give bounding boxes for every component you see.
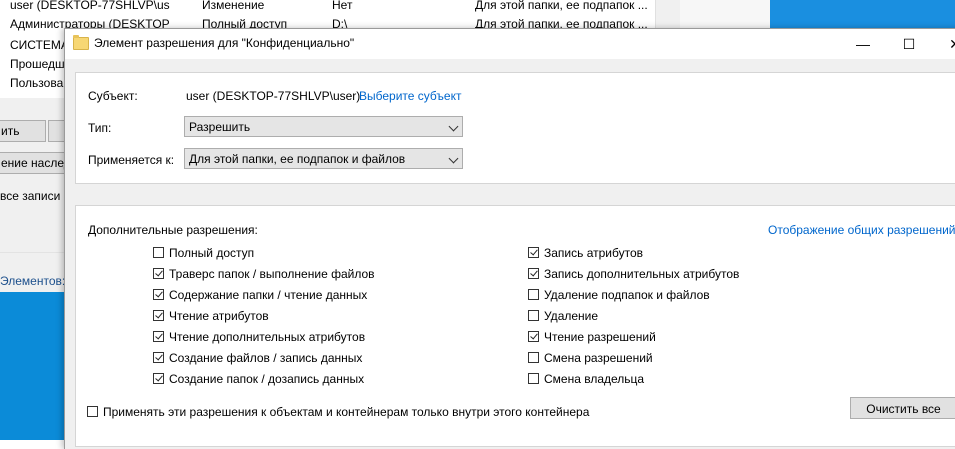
permission-label: Чтение разрешений [544, 330, 656, 344]
checkbox-box [528, 247, 539, 258]
clear-all-button[interactable]: Очистить все [850, 397, 955, 419]
replace-child-checkbox-label[interactable]: все записи [0, 189, 60, 203]
other-window [680, 0, 770, 28]
row-subject: Прошедш [10, 57, 64, 71]
table-row[interactable]: СИСТЕМА [0, 36, 64, 55]
permission-label: Траверс папок / выполнение файлов [169, 267, 375, 281]
apply-inside-label: Применять эти разрешения к объектам и ко… [103, 405, 590, 419]
disable-inheritance-button[interactable]: ение наслед [0, 152, 70, 174]
close-icon: ✕ [949, 36, 955, 52]
permission-label: Создание папок / дозапись данных [169, 372, 365, 386]
dialog-title: Элемент разрешения для "Конфиденциально" [94, 36, 355, 50]
applies-to-dropdown-value: Для этой папки, ее подпапок и файлов [189, 152, 406, 166]
permission-label: Создание файлов / запись данных [169, 351, 363, 365]
minimize-button[interactable]: — [840, 29, 886, 59]
chevron-down-icon [448, 153, 459, 164]
minimize-icon: — [856, 36, 870, 52]
table-row[interactable]: Прошедш [0, 55, 64, 74]
show-basic-permissions-link[interactable]: Отображение общих разрешений [768, 223, 955, 237]
permission-label: Полный доступ [169, 246, 255, 260]
principal-panel: Субъект: user (DESKTOP-77SHLVP\user) Выб… [75, 72, 955, 184]
type-label: Тип: [88, 121, 112, 135]
permission-label: Смена разрешений [544, 351, 653, 365]
clear-all-label: Очистить все [866, 402, 941, 416]
folder-icon [73, 35, 89, 50]
add-button-label: ить [1, 124, 20, 138]
checkbox-box [528, 289, 539, 300]
maximize-icon: ☐ [902, 36, 916, 52]
row-subject: user (DESKTOP-77SHLVP\user) [10, 0, 170, 12]
advanced-permissions-label: Дополнительные разрешения: [88, 223, 258, 237]
replace-all-text: все записи [0, 189, 61, 203]
subject-value: user (DESKTOP-77SHLVP\user) [186, 89, 361, 103]
table-row[interactable]: Пользова [0, 74, 63, 93]
close-button[interactable]: ✕ [932, 29, 955, 59]
checkbox-box [528, 268, 539, 279]
permission-label: Запись дополнительных атрибутов [544, 267, 740, 281]
applies-to-label: Применяется к: [88, 153, 175, 167]
checkbox-box [153, 289, 164, 300]
permission-label: Запись атрибутов [544, 246, 644, 260]
status-strip: Элементов: [0, 268, 72, 292]
checkbox-box [528, 373, 539, 384]
row-inherited: Нет [332, 0, 353, 12]
checkbox-box [153, 268, 164, 279]
row-access: Изменение [202, 0, 265, 12]
row-subject: СИСТЕМА [10, 38, 64, 52]
elements-count-label: Элементов: [0, 274, 66, 288]
permission-entry-dialog: Элемент разрешения для "Конфиденциально"… [64, 28, 955, 449]
checkbox-box [528, 331, 539, 342]
row-subject: Пользова [10, 76, 64, 90]
checkbox-box [528, 352, 539, 363]
permission-label: Удаление [544, 309, 599, 323]
checkbox-box [153, 247, 164, 258]
permission-label: Смена владельца [544, 372, 645, 386]
desktop-background-right [770, 0, 955, 28]
applies-to-dropdown[interactable]: Для этой папки, ее подпапок и файлов [184, 148, 463, 169]
desktop-background [0, 292, 72, 440]
chevron-down-icon [448, 121, 459, 132]
subject-label: Субъект: [88, 89, 138, 103]
checkbox-box [153, 373, 164, 384]
permission-label: Чтение атрибутов [169, 309, 269, 323]
row-applies: Для этой папки, ее подпапок ... [475, 0, 648, 12]
add-button[interactable]: ить [0, 120, 46, 142]
type-dropdown[interactable]: Разрешить [184, 116, 463, 137]
title-bar[interactable]: Элемент разрешения для "Конфиденциально"… [65, 29, 955, 59]
checkbox-box [87, 406, 98, 417]
advanced-permissions-panel: Дополнительные разрешения: Отображение о… [75, 205, 955, 447]
checkbox-box [153, 310, 164, 321]
permission-label: Чтение дополнительных атрибутов [169, 330, 366, 344]
permission-label: Содержание папки / чтение данных [169, 288, 368, 302]
maximize-button[interactable]: ☐ [886, 29, 932, 59]
checkbox-box [528, 310, 539, 321]
checkbox-box [153, 352, 164, 363]
disable-inheritance-label: ение наслед [1, 156, 70, 170]
select-subject-link[interactable]: Выберите субъект [359, 89, 461, 103]
permission-label: Удаление подпапок и файлов [544, 288, 710, 302]
table-row[interactable]: user (DESKTOP-77SHLVP\user) Изменение Не… [0, 0, 655, 15]
type-dropdown-value: Разрешить [189, 120, 251, 134]
checkbox-box [153, 331, 164, 342]
